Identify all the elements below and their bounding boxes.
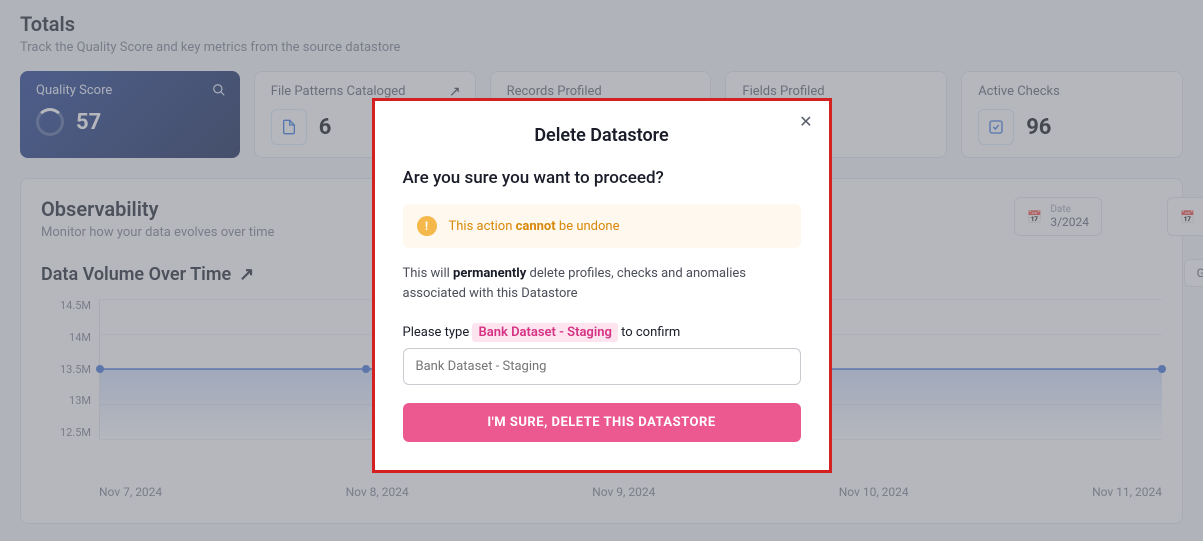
modal-body-text: This will permanently delete profiles, c… bbox=[403, 264, 801, 303]
confirm-delete-button[interactable]: I'M SURE, DELETE THIS DATASTORE bbox=[403, 403, 801, 442]
warning-text-suffix: be undone bbox=[556, 219, 620, 234]
confirm-name-input[interactable] bbox=[403, 348, 801, 385]
warning-text-bold: cannot bbox=[516, 219, 556, 234]
body-bold: permanently bbox=[453, 266, 526, 281]
modal-overlay[interactable]: ✕ Delete Datastore Are you sure you want… bbox=[0, 0, 1203, 541]
body-prefix: This will bbox=[403, 266, 454, 281]
close-icon[interactable]: ✕ bbox=[799, 115, 812, 131]
type-prefix: Please type bbox=[403, 325, 473, 340]
warning-text-prefix: This action bbox=[449, 219, 516, 234]
modal-subtitle: Are you sure you want to proceed? bbox=[403, 168, 801, 188]
warning-banner: ! This action cannot be undone bbox=[403, 204, 801, 248]
warning-text: This action cannot be undone bbox=[449, 219, 620, 234]
modal-title: Delete Datastore bbox=[403, 125, 801, 146]
datastore-name-chip: Bank Dataset - Staging bbox=[472, 323, 617, 342]
warning-icon: ! bbox=[417, 216, 437, 236]
type-suffix: to confirm bbox=[618, 325, 680, 340]
confirm-type-label: Please type Bank Dataset - Staging to co… bbox=[403, 325, 801, 340]
delete-datastore-modal: ✕ Delete Datastore Are you sure you want… bbox=[372, 98, 832, 473]
